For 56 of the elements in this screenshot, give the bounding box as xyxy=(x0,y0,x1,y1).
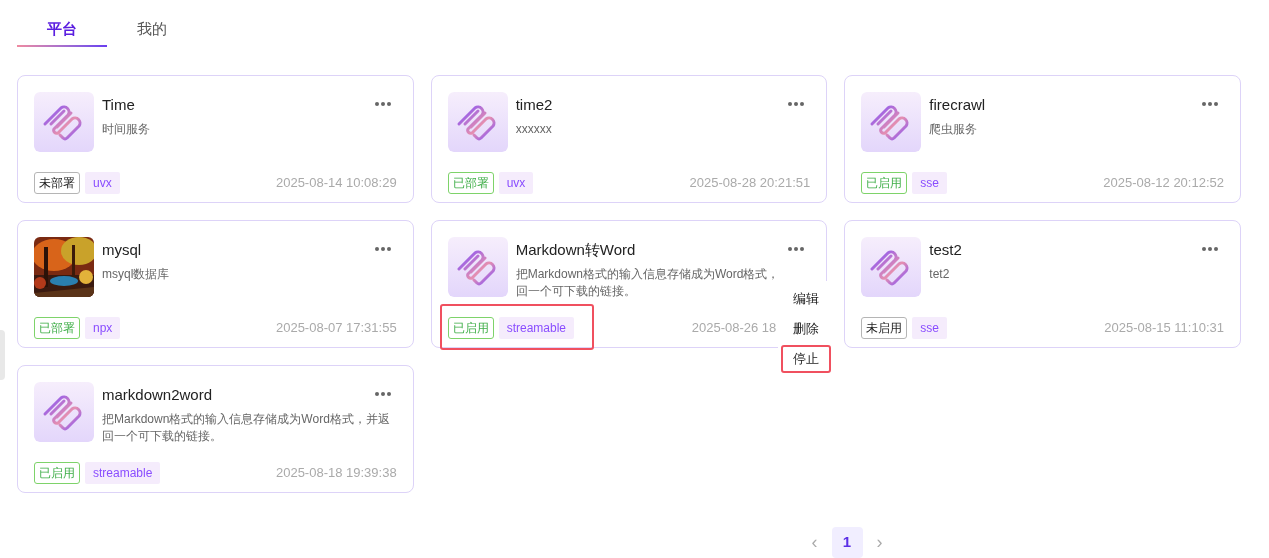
tab[interactable]: 我的 xyxy=(107,12,197,47)
updated-time: 2025-08-18 19:39:38 xyxy=(275,464,397,483)
type-tag: npx xyxy=(85,317,121,339)
status-tag: 未部署 xyxy=(34,172,80,194)
card-description: 回一个可下载的链接。 xyxy=(102,428,222,445)
card-description: 回一个可下载的链接。 xyxy=(515,283,636,300)
paperclip-logo-icon xyxy=(34,92,94,152)
more-icon[interactable] xyxy=(374,101,391,106)
more-icon[interactable] xyxy=(788,246,805,251)
card-title: Time xyxy=(102,95,136,115)
paperclip-logo-icon xyxy=(447,92,508,152)
card-description: 爬虫服务 xyxy=(929,121,978,138)
card-description: 把Markdown格式的输入信息存储成为Word格式，并返 xyxy=(102,411,390,428)
status-tag: 已启用 xyxy=(34,462,80,484)
card-title: Markdown转Word xyxy=(515,240,637,260)
paperclip-logo-icon xyxy=(447,237,508,297)
updated-time: 2025-08-28 20:21:51 xyxy=(689,174,811,193)
status-tag: 已部署 xyxy=(34,317,80,339)
paperclip-logo-icon xyxy=(34,382,94,442)
more-icon[interactable] xyxy=(374,391,391,396)
menu-item[interactable]: 停止 xyxy=(781,345,832,373)
type-tag: uvx xyxy=(498,172,534,194)
updated-time: 2025-08-14 10:08:29 xyxy=(275,174,397,193)
card-description: tet2 xyxy=(929,266,950,283)
card-description: xxxxxx xyxy=(515,121,552,138)
card-title: mysql xyxy=(102,240,143,260)
more-icon[interactable] xyxy=(374,246,391,251)
menu-item[interactable]: 编辑 xyxy=(781,285,832,313)
more-icon[interactable] xyxy=(788,101,805,106)
status-tag: 已启用 xyxy=(861,172,908,194)
status-tag: 已部署 xyxy=(447,172,494,194)
status-tag: 未启用 xyxy=(861,317,908,339)
menu-item[interactable]: 删除 xyxy=(781,315,832,343)
type-tag: streamable xyxy=(498,317,575,339)
paperclip-logo-icon xyxy=(861,237,922,297)
paperclip-logo-icon xyxy=(861,92,922,152)
tab[interactable]: 平台 xyxy=(17,12,107,47)
card-description: 时间服务 xyxy=(102,121,150,138)
card-title: markdown2word xyxy=(102,385,214,405)
card-title: test2 xyxy=(929,240,963,260)
more-icon[interactable] xyxy=(1202,246,1218,251)
card-description: 把Markdown格式的输入信息存储成为Word格式， xyxy=(515,266,780,283)
more-icon[interactable] xyxy=(1202,101,1218,106)
updated-time: 2025-08-15 11:10:31 xyxy=(1104,319,1224,338)
type-tag: uvx xyxy=(85,172,120,194)
page-button[interactable]: 1 xyxy=(831,527,863,558)
card-title: firecrawl xyxy=(929,95,987,115)
type-tag: streamable xyxy=(85,462,161,484)
type-tag: sse xyxy=(912,317,947,339)
card-title: time2 xyxy=(515,95,554,115)
updated-time: 2025-08-07 17:31:55 xyxy=(275,319,397,338)
updated-time: 2025-08-26 18 xyxy=(691,319,777,338)
card-description: msyql数据库 xyxy=(102,266,170,283)
status-tag: 已启用 xyxy=(447,317,494,339)
updated-time: 2025-08-12 20:12:52 xyxy=(1103,174,1224,193)
type-tag: sse xyxy=(912,172,947,194)
